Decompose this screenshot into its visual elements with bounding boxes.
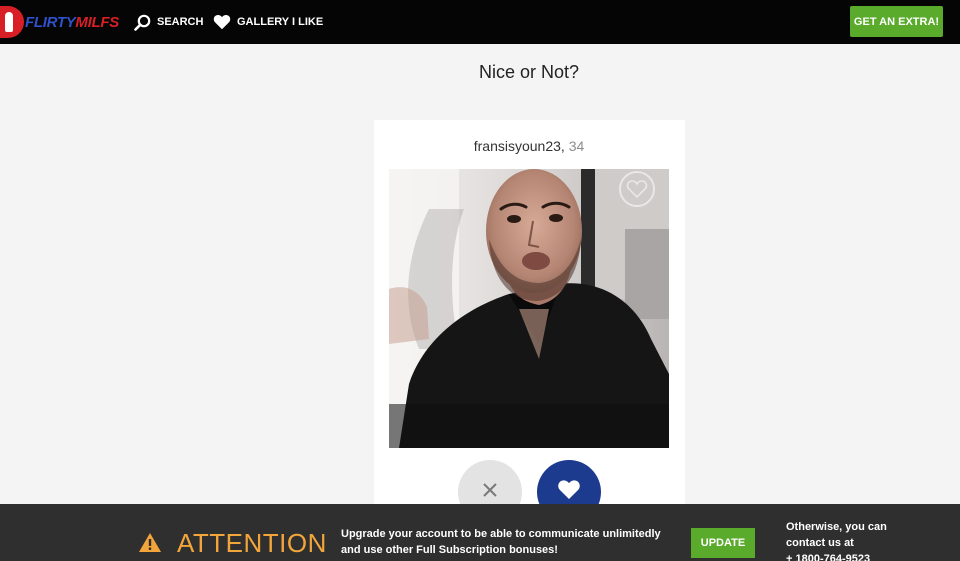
photo-watermark-icon bbox=[615, 169, 661, 209]
nav-gallery-i-like[interactable]: GALLERY I LIKE bbox=[213, 0, 323, 44]
contact-text: Otherwise, you can contact us at bbox=[786, 521, 887, 549]
profile-photo-drawing bbox=[389, 169, 669, 448]
page-title: Nice or Not? bbox=[478, 62, 580, 82]
search-icon bbox=[134, 14, 151, 31]
attention-message: Upgrade your account to be able to commu… bbox=[341, 528, 661, 556]
attention-banner: ATTENTION Upgrade your account to be abl… bbox=[0, 504, 960, 561]
profile-username[interactable]: fransisyoun23 bbox=[474, 138, 561, 154]
heart-icon bbox=[557, 479, 581, 505]
top-navigation-bar: FLIRTYMILFS SEARCH GALLERY I LIKE GET AN… bbox=[0, 0, 960, 44]
contact-phone[interactable]: + 1800-764-9523 bbox=[786, 553, 870, 561]
logo-text-part2: MILFS bbox=[75, 13, 119, 31]
attention-contact: Otherwise, you can contact us at + 1800-… bbox=[786, 519, 926, 561]
logo-text-part1: FLIRTY bbox=[25, 13, 76, 31]
site-logo[interactable]: FLIRTYMILFS bbox=[0, 4, 119, 40]
nav-search-label: SEARCH bbox=[157, 16, 204, 28]
heart-icon bbox=[213, 14, 231, 30]
warning-icon bbox=[138, 532, 162, 558]
update-button[interactable]: UPDATE bbox=[691, 528, 755, 558]
profile-photo[interactable] bbox=[389, 169, 669, 448]
close-icon bbox=[482, 482, 498, 503]
logo-text: FLIRTYMILFS bbox=[25, 14, 119, 31]
nav-search[interactable]: SEARCH bbox=[134, 0, 203, 44]
get-an-extra-button[interactable]: GET AN EXTRA! bbox=[850, 6, 943, 37]
logo-icon bbox=[0, 6, 24, 38]
profile-age: 34 bbox=[568, 138, 585, 154]
profile-name-line: fransisyoun23, 34 bbox=[0, 138, 960, 154]
nav-gallery-label: GALLERY I LIKE bbox=[237, 16, 324, 28]
attention-title: ATTENTION bbox=[177, 528, 327, 558]
profile-separator: , bbox=[560, 138, 569, 154]
